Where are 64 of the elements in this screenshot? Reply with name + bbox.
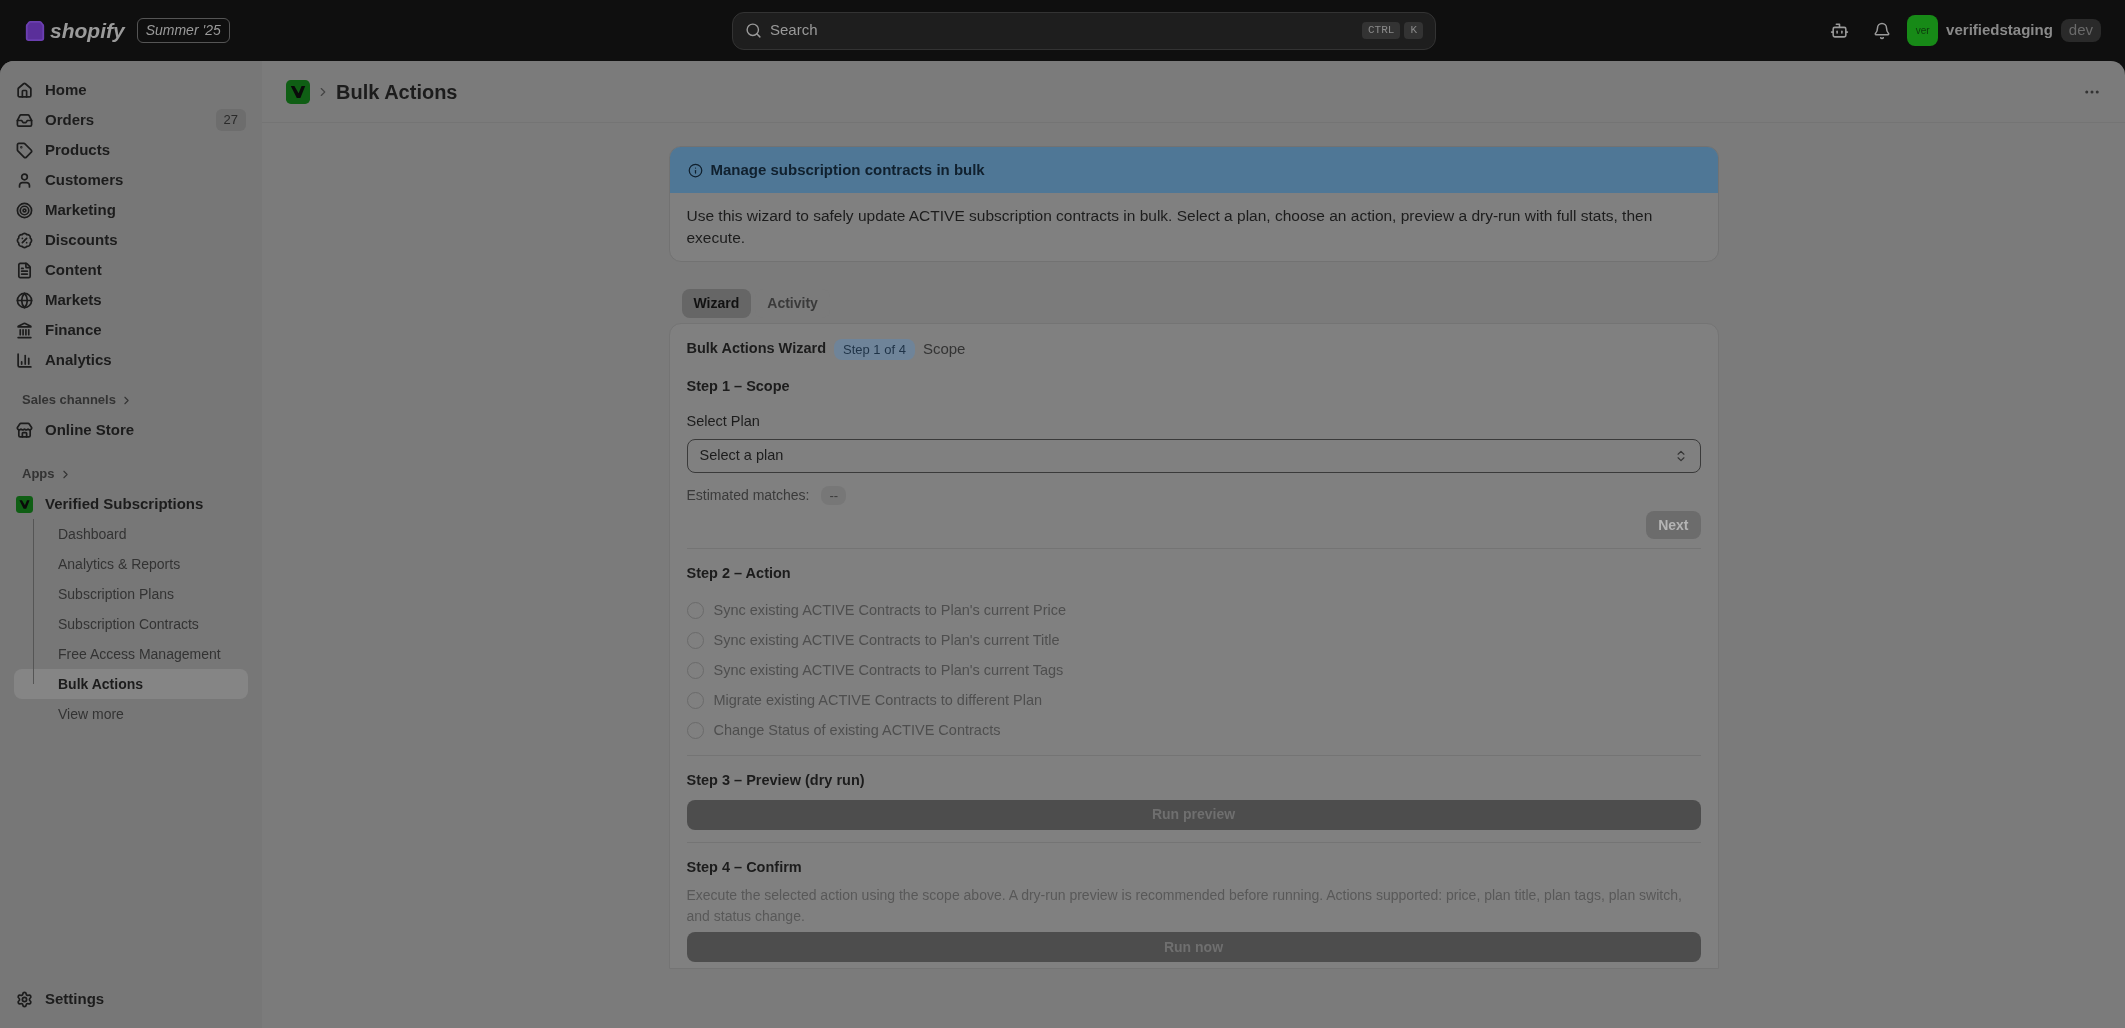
store-avatar[interactable]: ver bbox=[1907, 15, 1939, 46]
nav-icon bbox=[16, 81, 33, 99]
nav-icon bbox=[16, 111, 33, 129]
nav-subitem[interactable]: Bulk Actions bbox=[14, 669, 248, 699]
nav-icon bbox=[16, 990, 33, 1008]
nav-item[interactable]: Online Store bbox=[8, 415, 254, 445]
plan-select[interactable]: Select a plan bbox=[686, 439, 1701, 473]
wizard-title: Bulk Actions Wizard bbox=[686, 339, 826, 359]
info-icon bbox=[687, 162, 703, 178]
shortcut-key: CTRL bbox=[1362, 22, 1401, 39]
nav-item[interactable]: Content bbox=[8, 255, 254, 285]
nav-item[interactable]: Finance bbox=[8, 315, 254, 345]
bell-icon[interactable] bbox=[1873, 21, 1892, 40]
tab[interactable]: Wizard bbox=[681, 289, 752, 318]
nav-item[interactable]: Settings bbox=[8, 984, 254, 1014]
app-logo-icon bbox=[286, 79, 310, 104]
section-heading[interactable]: Apps bbox=[22, 464, 72, 484]
step-heading: Step 4 – Confirm bbox=[686, 857, 803, 877]
nav-icon bbox=[16, 421, 33, 439]
nav-icon bbox=[16, 141, 33, 159]
nav-item[interactable]: Markets bbox=[8, 285, 254, 315]
nav-item[interactable]: Products bbox=[8, 135, 254, 165]
matches-label: Estimated matches: bbox=[686, 486, 810, 505]
page-title: Bulk Actions bbox=[336, 79, 458, 105]
nav-item[interactable]: Orders 27 bbox=[8, 105, 254, 135]
search-icon bbox=[745, 22, 762, 39]
step-name: Scope bbox=[922, 339, 966, 359]
nav-item[interactable]: Customers bbox=[8, 165, 254, 195]
field-label: Select Plan bbox=[686, 412, 761, 432]
nav-icon bbox=[16, 231, 33, 249]
nav-item[interactable]: Analytics bbox=[8, 345, 254, 375]
dev-badge: dev bbox=[2060, 19, 2101, 42]
step-badge: Step 1 of 4 bbox=[834, 338, 915, 360]
nav-icon bbox=[16, 351, 33, 369]
nav-subitem[interactable]: Analytics & Reports bbox=[14, 549, 248, 579]
nav-subitem[interactable]: Subscription Plans bbox=[14, 579, 248, 609]
count-badge: 27 bbox=[215, 109, 246, 131]
section-heading[interactable]: Sales channels bbox=[22, 390, 133, 410]
nav-icon bbox=[16, 321, 33, 339]
banner-title: Manage subscription contracts in bulk bbox=[710, 159, 985, 180]
edition-badge: Summer '25 bbox=[136, 18, 230, 43]
app-logo-icon bbox=[16, 495, 33, 513]
search-field[interactable]: Search CTRL K bbox=[732, 11, 1436, 50]
step-heading: Step 1 – Scope bbox=[686, 376, 791, 396]
step-heading: Step 2 – Action bbox=[686, 564, 792, 583]
nav-subitem[interactable]: Dashboard bbox=[14, 519, 248, 549]
nav-item[interactable]: Discounts bbox=[8, 225, 254, 255]
store-name[interactable]: verifiedstaging bbox=[1946, 19, 2053, 42]
step-heading: Step 3 – Preview (dry run) bbox=[686, 770, 866, 790]
nav-subitem[interactable]: Free Access Management bbox=[14, 639, 248, 669]
nav-icon bbox=[16, 171, 33, 189]
matches-badge: -- bbox=[821, 485, 847, 506]
brand-name: shopify bbox=[50, 17, 125, 44]
nav-icon bbox=[16, 261, 33, 279]
shortcut-key: K bbox=[1404, 22, 1423, 39]
nav-icon bbox=[16, 201, 33, 219]
nav-item[interactable]: Home bbox=[8, 75, 254, 105]
nav-subitem[interactable]: Subscription Contracts bbox=[14, 609, 248, 639]
nav-icon bbox=[16, 291, 33, 309]
nav-item[interactable]: Verified Subscriptions bbox=[8, 489, 254, 519]
assistant-icon[interactable] bbox=[1830, 21, 1850, 40]
banner-text: Use this wizard to safely update ACTIVE subscription contracts in bulk. Select a plan, choose an action, preview a dry-run with full stats, then execute. bbox=[685, 206, 1654, 248]
nav-item[interactable]: Marketing bbox=[8, 195, 254, 225]
nav-subitem[interactable]: View more bbox=[14, 699, 248, 729]
